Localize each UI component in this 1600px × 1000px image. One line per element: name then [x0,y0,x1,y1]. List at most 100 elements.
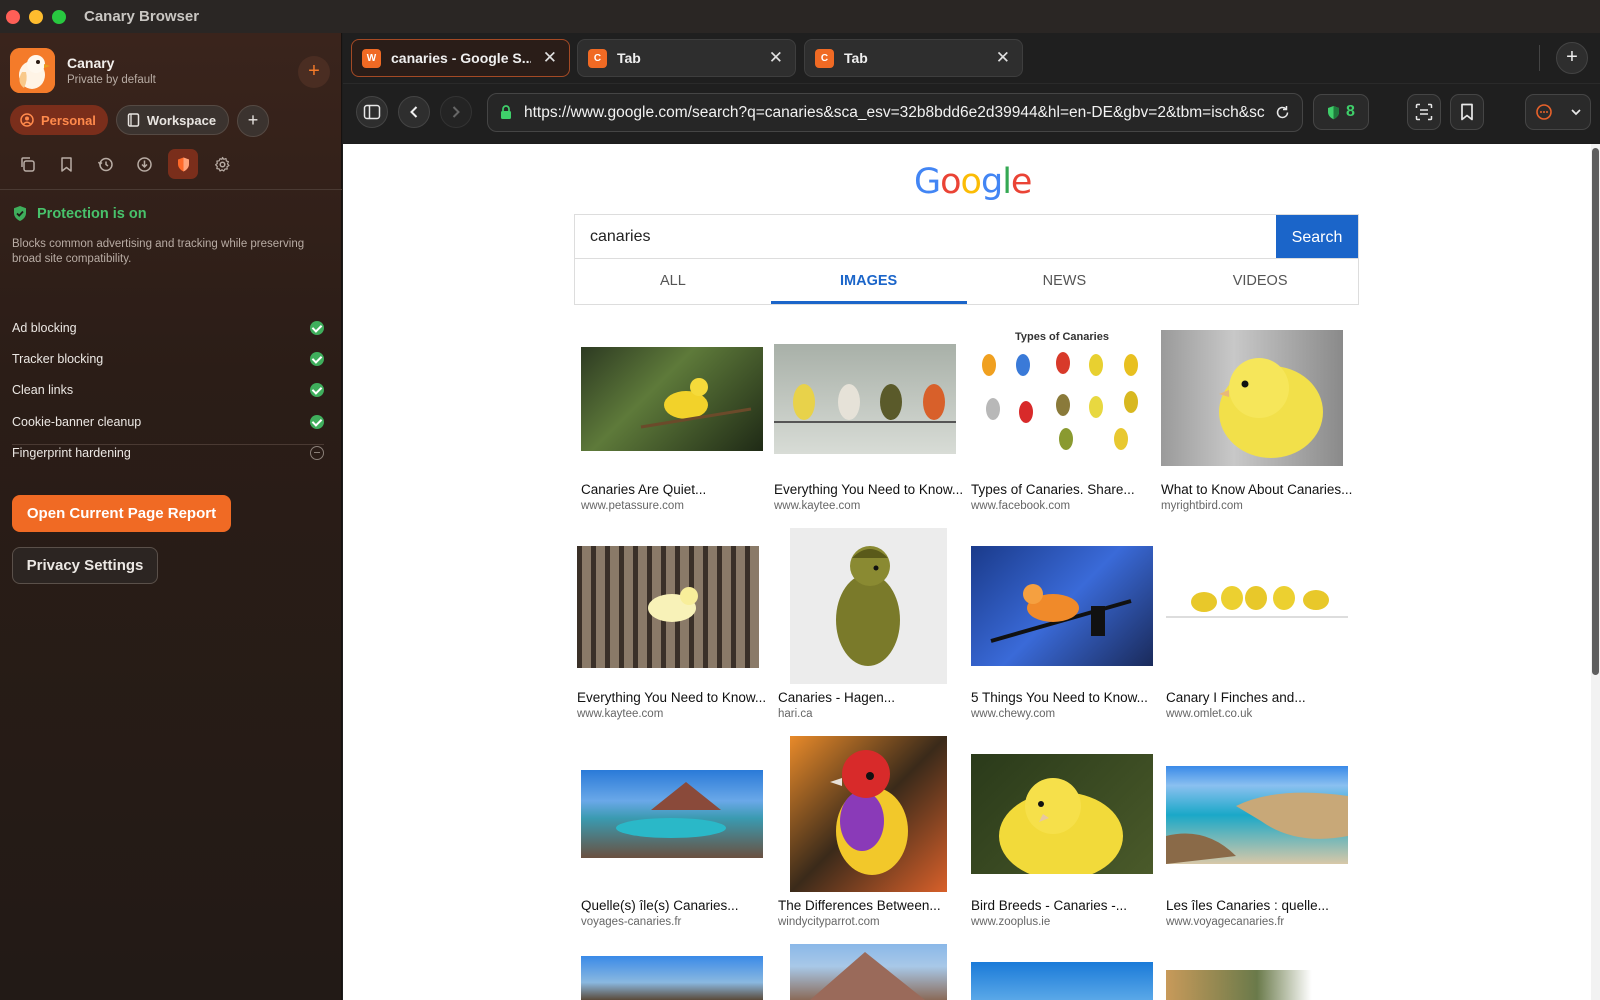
result-image[interactable] [1166,970,1348,1000]
reload-icon[interactable] [1275,105,1290,120]
bookmarks-button[interactable] [51,149,81,179]
privacy-settings-button[interactable]: Privacy Settings [12,547,158,584]
space-workspace[interactable]: Workspace [115,105,230,135]
result-image[interactable] [971,962,1153,1000]
result-title[interactable]: Types of Canaries. Share... [971,482,1135,497]
history-button[interactable] [90,149,120,179]
search-input[interactable]: canaries [575,215,1276,258]
result-image[interactable] [577,546,759,668]
tab-2[interactable]: C Tab ✕ [577,39,796,77]
result-source[interactable]: www.voyagecanaries.fr [1166,916,1284,928]
zoom-window-button[interactable] [52,9,66,24]
add-profile-button[interactable]: + [298,56,330,88]
scrollbar-thumb[interactable] [1592,148,1599,675]
add-space-button[interactable]: + [237,105,270,137]
extensions-menu-button[interactable] [1525,94,1591,130]
result-title[interactable]: Everything You Need to Know... [774,482,963,497]
result-title[interactable]: The Differences Between... [778,898,941,913]
history-icon [97,157,113,171]
result-source[interactable]: hari.ca [778,708,813,720]
check-circle-icon [310,383,324,398]
result-image[interactable] [1161,330,1343,466]
result-title[interactable]: Quelle(s) île(s) Canaries... [581,898,739,913]
privacy-shield-button[interactable] [168,149,198,179]
result-image[interactable] [971,754,1153,874]
close-tab-icon[interactable]: ✕ [769,48,783,68]
space-personal[interactable]: Personal [10,105,108,135]
result-title[interactable]: Canaries Are Quiet... [581,482,706,497]
address-bar[interactable]: https://www.google.com/search?q=canaries… [487,93,1303,132]
feature-label: Clean links [12,383,74,398]
result-source[interactable]: www.zooplus.ie [971,916,1050,928]
result-image[interactable] [971,546,1153,666]
tab-google-search[interactable]: W canaries - Google S... ✕ [351,39,570,77]
tab-3[interactable]: C Tab ✕ [804,39,1023,77]
result-source[interactable]: www.petassure.com [581,500,684,512]
result-image[interactable] [1166,766,1348,864]
feature-tracker-blocking[interactable]: Tracker blocking [12,343,324,374]
result-title[interactable]: Everything You Need to Know... [577,690,766,705]
sidebar-divider [0,189,342,190]
bookmark-icon [1461,103,1473,121]
chevron-right-icon [452,106,460,118]
feature-cookie-banner-cleanup[interactable]: Cookie-banner cleanup [12,406,324,437]
result-title[interactable]: Canary I Finches and... [1166,690,1306,705]
result-source[interactable]: voyages-canaries.fr [581,916,681,928]
settings-button[interactable] [207,149,237,179]
bookmark-page-button[interactable] [1450,94,1484,130]
result-image[interactable]: Types of Canaries [971,327,1153,463]
tab-news[interactable]: NEWS [967,259,1163,304]
tab-favicon: W [362,48,381,68]
profile-header[interactable]: Canary Private by default + [10,48,330,94]
tab-videos[interactable]: VIDEOS [1162,259,1358,304]
result-image[interactable] [1166,572,1348,640]
toggle-sidebar-button[interactable] [356,96,388,128]
result-image[interactable] [581,956,763,1000]
book-icon [127,113,140,127]
feature-ad-blocking[interactable]: Ad blocking [12,312,324,343]
forward-button[interactable] [440,96,472,128]
feature-clean-links[interactable]: Clean links [12,375,324,406]
feature-fingerprint-hardening[interactable]: Fingerprint hardening [12,437,324,468]
feature-label: Tracker blocking [12,351,104,366]
result-source[interactable]: www.kaytee.com [774,500,860,512]
result-image[interactable] [581,347,763,451]
new-tab-button[interactable]: + [1556,42,1588,74]
close-tab-icon[interactable]: ✕ [543,48,557,68]
result-image[interactable] [790,528,947,684]
result-title[interactable]: Bird Breeds - Canaries -... [971,898,1127,913]
close-window-button[interactable] [6,9,20,24]
result-image[interactable] [790,736,947,892]
result-source[interactable]: myrightbird.com [1161,500,1243,512]
chevron-left-icon [410,106,418,118]
downloads-button[interactable] [129,149,159,179]
back-button[interactable] [398,96,430,128]
web-page: Google canaries Search ALL IMAGES NEWS V… [343,144,1600,1000]
tab-images[interactable]: IMAGES [770,259,967,304]
minimize-window-button[interactable] [29,9,43,24]
shield-icon [1328,105,1340,119]
tabs-overview-button[interactable] [12,149,42,179]
result-source[interactable]: windycityparrot.com [778,916,880,928]
result-source[interactable]: www.kaytee.com [577,708,663,720]
close-tab-icon[interactable]: ✕ [996,48,1010,68]
result-source[interactable]: www.omlet.co.uk [1166,708,1252,720]
page-scrollbar[interactable] [1591,144,1600,1000]
tab-all[interactable]: ALL [575,259,771,304]
result-title[interactable]: What to Know About Canaries... [1161,482,1352,497]
search-button[interactable]: Search [1276,215,1358,258]
scan-button[interactable] [1407,94,1441,130]
result-source[interactable]: www.facebook.com [971,500,1070,512]
result-image[interactable] [581,770,763,858]
result-image[interactable] [790,944,947,1000]
search-type-tabs: ALL IMAGES NEWS VIDEOS [574,259,1359,305]
result-title[interactable]: Canaries - Hagen... [778,690,895,705]
result-image[interactable] [774,344,956,454]
tracker-count-button[interactable]: 8 [1313,94,1369,130]
protection-title: Protection is on [37,205,147,222]
result-source[interactable]: www.chewy.com [971,708,1055,720]
result-title[interactable]: Les îles Canaries : quelle... [1166,898,1329,913]
result-title[interactable]: 5 Things You Need to Know... [971,690,1148,705]
open-page-report-button[interactable]: Open Current Page Report [12,495,231,532]
feature-label: Ad blocking [12,320,77,335]
